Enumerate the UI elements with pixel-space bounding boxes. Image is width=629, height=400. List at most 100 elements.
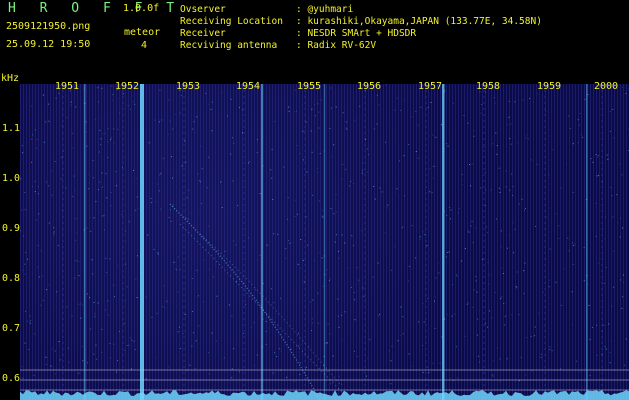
noise-speck [33, 375, 35, 377]
noise-speck [280, 350, 282, 352]
noise-speck [213, 276, 214, 278]
noise-speck [133, 170, 134, 171]
noise-speck [129, 109, 131, 110]
noise-speck [351, 235, 353, 237]
x-tick-label: 1952 [115, 81, 140, 92]
noise-speck [280, 297, 282, 299]
noise-speck [20, 178, 22, 180]
noise-speck [305, 216, 307, 218]
noise-speck [32, 134, 34, 136]
noise-speck [72, 147, 74, 149]
noise-speck [151, 316, 153, 318]
spectrogram-svg [20, 84, 629, 400]
noise-speck [540, 353, 542, 355]
noise-speck [534, 326, 536, 328]
noise-speck [81, 346, 83, 348]
noise-speck [181, 165, 183, 167]
noise-speck [22, 269, 24, 271]
noise-speck [623, 281, 625, 283]
noise-speck [75, 106, 77, 108]
noise-speck [505, 186, 507, 188]
noise-speck [523, 293, 525, 295]
noise-speck [107, 141, 109, 143]
noise-speck [247, 237, 249, 239]
noise-speck [524, 262, 526, 264]
noise-speck [306, 366, 308, 368]
noise-speck [610, 186, 612, 188]
noise-speck [216, 295, 218, 297]
noise-speck [621, 174, 623, 176]
noise-speck [534, 335, 536, 337]
noise-speck [407, 280, 409, 282]
noise-speck [105, 257, 107, 259]
noise-speck [242, 132, 243, 134]
meteor-echo-column [261, 84, 263, 400]
noise-speck [592, 161, 594, 163]
noise-speck [426, 297, 428, 299]
noise-speck [71, 315, 73, 317]
noise-speck [170, 220, 172, 222]
noise-speck [128, 221, 130, 223]
noise-speck [384, 232, 386, 234]
noise-speck [192, 128, 194, 130]
noise-speck [174, 113, 176, 115]
noise-speck [397, 340, 399, 342]
noise-speck [207, 352, 209, 354]
noise-speck [480, 187, 482, 189]
noise-speck [582, 136, 584, 138]
noise-speck [210, 108, 212, 110]
noise-speck [354, 299, 356, 301]
noise-speck [323, 355, 325, 357]
noise-speck [479, 361, 481, 363]
noise-speck [535, 225, 536, 227]
noise-speck [169, 120, 171, 122]
noise-speck [273, 302, 275, 304]
y-tick-label: 0.8 [2, 273, 21, 284]
noise-speck [515, 286, 517, 288]
noise-speck [508, 116, 510, 118]
noise-speck [220, 181, 222, 183]
noise-speck [555, 281, 557, 283]
noise-speck [415, 151, 417, 152]
noise-speck [501, 296, 503, 298]
noise-speck [428, 372, 430, 374]
noise-speck [365, 138, 366, 140]
noise-speck [591, 327, 593, 329]
noise-speck [482, 258, 483, 260]
noise-speck [203, 259, 205, 261]
noise-speck [429, 168, 431, 170]
noise-speck [89, 216, 91, 218]
noise-speck [295, 110, 297, 112]
noise-speck [87, 174, 89, 176]
noise-speck [529, 98, 531, 99]
noise-speck [38, 213, 40, 215]
noise-speck [302, 259, 304, 261]
noise-speck [105, 173, 107, 175]
noise-speck [496, 145, 498, 147]
noise-speck [177, 291, 179, 293]
noise-speck [215, 340, 217, 342]
noise-speck [48, 120, 50, 122]
noise-speck [161, 306, 163, 307]
y-tick-label: 0.9 [2, 223, 21, 234]
noise-speck [254, 288, 256, 290]
noise-speck [342, 112, 344, 114]
noise-speck [307, 244, 309, 246]
noise-speck [493, 97, 495, 98]
noise-speck [567, 237, 569, 239]
noise-speck [402, 225, 404, 227]
noise-speck [390, 383, 392, 385]
noise-speck [324, 255, 326, 257]
noise-speck [461, 174, 463, 176]
noise-speck [400, 109, 401, 111]
noise-speck [285, 258, 287, 259]
noise-speck [85, 131, 87, 133]
noise-speck [191, 345, 193, 347]
noise-speck [272, 199, 274, 200]
noise-speck [510, 123, 512, 125]
noise-speck [294, 199, 296, 201]
noise-speck [136, 196, 138, 198]
noise-speck [320, 99, 322, 101]
noise-speck [385, 84, 387, 86]
noise-speck [484, 205, 486, 207]
